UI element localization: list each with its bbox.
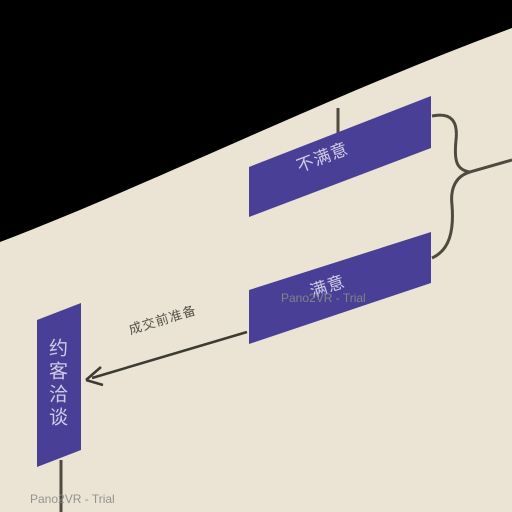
panorama-viewport[interactable]: 不满意 满意 约客洽谈 成交前准备 Pano2VR - Trial Pano2V…: [0, 0, 512, 512]
watermark-bottom-left: Pano2VR - Trial: [30, 492, 115, 506]
watermark-center: Pano2VR - Trial: [281, 291, 366, 305]
node-appointment-label: 约客洽谈: [46, 338, 68, 430]
flowchart-canvas: [0, 28, 512, 512]
